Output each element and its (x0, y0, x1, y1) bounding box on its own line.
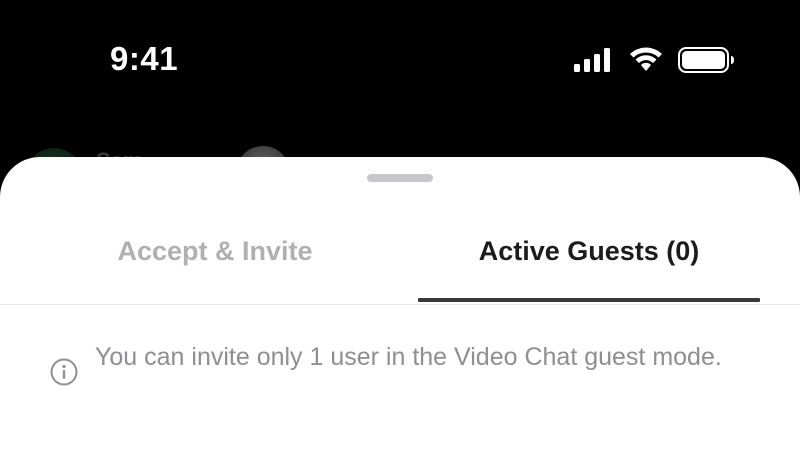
tab-label: Accept & Invite (117, 236, 313, 266)
tab-selected-indicator (418, 298, 760, 302)
battery-icon (678, 46, 736, 74)
status-bar: 9:41 (0, 0, 800, 120)
cellular-signal-icon (574, 48, 614, 72)
tab-active-guests[interactable]: Active Guests (0) (418, 220, 760, 302)
wifi-icon (628, 47, 664, 73)
tab-label: Active Guests (0) (478, 236, 700, 266)
screen: 9:41 Accept & Invite Active Guests (0) Y… (0, 0, 800, 450)
tab-accept-invite[interactable]: Accept & Invite (60, 220, 370, 302)
status-time: 9:41 (110, 40, 179, 77)
tab-bar: Accept & Invite Active Guests (0) (0, 220, 800, 305)
bottom-sheet: Accept & Invite Active Guests (0) You ca… (0, 157, 800, 450)
info-icon (50, 358, 78, 386)
status-icons (574, 45, 736, 75)
info-text: You can invite only 1 user in the Video … (95, 343, 722, 371)
sheet-grabber-handle[interactable] (367, 174, 433, 182)
